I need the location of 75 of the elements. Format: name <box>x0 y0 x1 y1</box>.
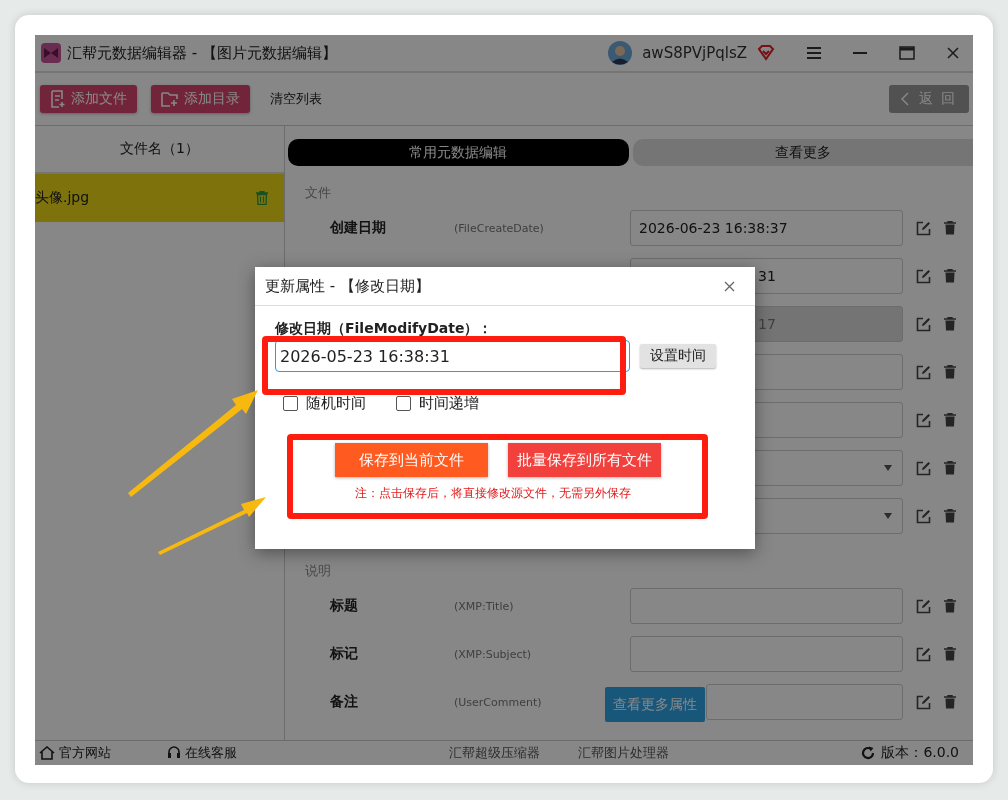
edit-icon[interactable] <box>916 646 931 662</box>
save-button[interactable]: 保存到当前文件 <box>335 443 488 477</box>
field-label: 创建日期 <box>330 219 386 235</box>
section-title: 说明 <box>305 562 332 580</box>
add-button[interactable]: 添加文件 <box>40 85 137 113</box>
add-button[interactable]: 添加目录 <box>151 85 250 113</box>
headset-icon <box>167 746 181 760</box>
edit-icon[interactable] <box>916 364 931 380</box>
date-input[interactable]: 2026-05-23 16:38:31 <box>275 340 630 372</box>
avatar-icon <box>608 41 633 65</box>
clear-list-button[interactable]: 清空列表 <box>264 90 328 108</box>
close-icon[interactable] <box>947 47 959 59</box>
checkbox-label: 时间递增 <box>419 394 479 413</box>
field-key: (XMP:Title) <box>454 599 514 613</box>
warning-note: 注：点击保存后，将直接修改源文件，无需另外保存 <box>355 485 632 502</box>
file-list-item[interactable]: 头像.jpg <box>35 174 284 222</box>
trash-icon[interactable] <box>944 461 956 475</box>
footer-link[interactable]: 官方网站 <box>59 744 111 762</box>
checkbox[interactable] <box>283 396 298 411</box>
folder-add-icon <box>161 91 179 107</box>
input-field[interactable]: 2026-06-23 16:38:37 <box>630 210 903 246</box>
checkbox-label: 随机时间 <box>306 394 366 413</box>
menu-icon[interactable] <box>807 47 821 59</box>
field-label: 备注 <box>330 693 358 709</box>
file-name: 头像.jpg <box>35 189 90 207</box>
field-key: (FileCreateDate) <box>454 221 544 235</box>
caret-icon <box>884 465 892 471</box>
field-label: 标记 <box>330 645 358 661</box>
field-key: (UserComment) <box>454 695 542 709</box>
field-key: (XMP:Subject) <box>454 647 532 661</box>
maximize-icon[interactable] <box>899 46 915 60</box>
trash-icon[interactable] <box>944 317 956 331</box>
view-more-button[interactable]: 查看更多属性 <box>605 687 705 722</box>
chevron-left-icon <box>900 92 909 106</box>
window-title: 汇帮元数据编辑器 - 【图片元数据编辑】 <box>67 43 337 63</box>
trash-icon[interactable] <box>944 269 956 283</box>
refresh-icon <box>861 746 876 760</box>
home-icon <box>39 746 55 760</box>
edit-icon[interactable] <box>916 598 931 614</box>
tab[interactable]: 查看更多 <box>632 139 973 166</box>
edit-icon[interactable] <box>916 268 931 284</box>
caret-icon <box>884 513 892 519</box>
field-label: 修改日期（FileModifyDate）： <box>275 320 494 338</box>
logo-icon <box>41 43 61 63</box>
trash-icon[interactable] <box>944 365 956 379</box>
edit-icon[interactable] <box>916 508 931 524</box>
close-icon[interactable] <box>724 280 735 292</box>
input-field[interactable] <box>630 588 903 624</box>
trash-icon[interactable] <box>944 695 956 709</box>
version-label: 版本：6.0.0 <box>881 744 959 762</box>
trash-icon[interactable] <box>944 599 956 613</box>
input-field[interactable] <box>630 636 903 672</box>
save-button[interactable]: 批量保存到所有文件 <box>508 443 661 477</box>
tab[interactable]: 常用元数据编辑 <box>288 139 629 166</box>
username-label: awS8PVjPqlsZ <box>642 44 747 62</box>
checkbox[interactable] <box>396 396 411 411</box>
footer-link[interactable]: 在线客服 <box>185 744 237 762</box>
product-link[interactable]: 汇帮超级压缩器 <box>449 744 540 762</box>
input-field[interactable] <box>706 684 903 720</box>
edit-icon[interactable] <box>916 694 931 710</box>
trash-icon[interactable] <box>944 509 956 523</box>
edit-icon[interactable] <box>916 316 931 332</box>
trash-icon[interactable] <box>944 221 956 235</box>
trash-icon[interactable] <box>944 413 956 427</box>
file-add-icon <box>50 90 66 108</box>
dialog-title: 更新属性 - 【修改日期】 <box>265 276 430 296</box>
diamond-icon <box>757 45 775 61</box>
section-title: 文件 <box>305 184 332 202</box>
edit-icon[interactable] <box>916 220 931 236</box>
set-time-button[interactable]: 设置时间 <box>640 344 716 368</box>
edit-icon[interactable] <box>916 460 931 476</box>
trash-icon[interactable] <box>944 647 956 661</box>
product-link[interactable]: 汇帮图片处理器 <box>578 744 669 762</box>
field-label: 标题 <box>330 597 358 613</box>
edit-icon[interactable] <box>916 412 931 428</box>
